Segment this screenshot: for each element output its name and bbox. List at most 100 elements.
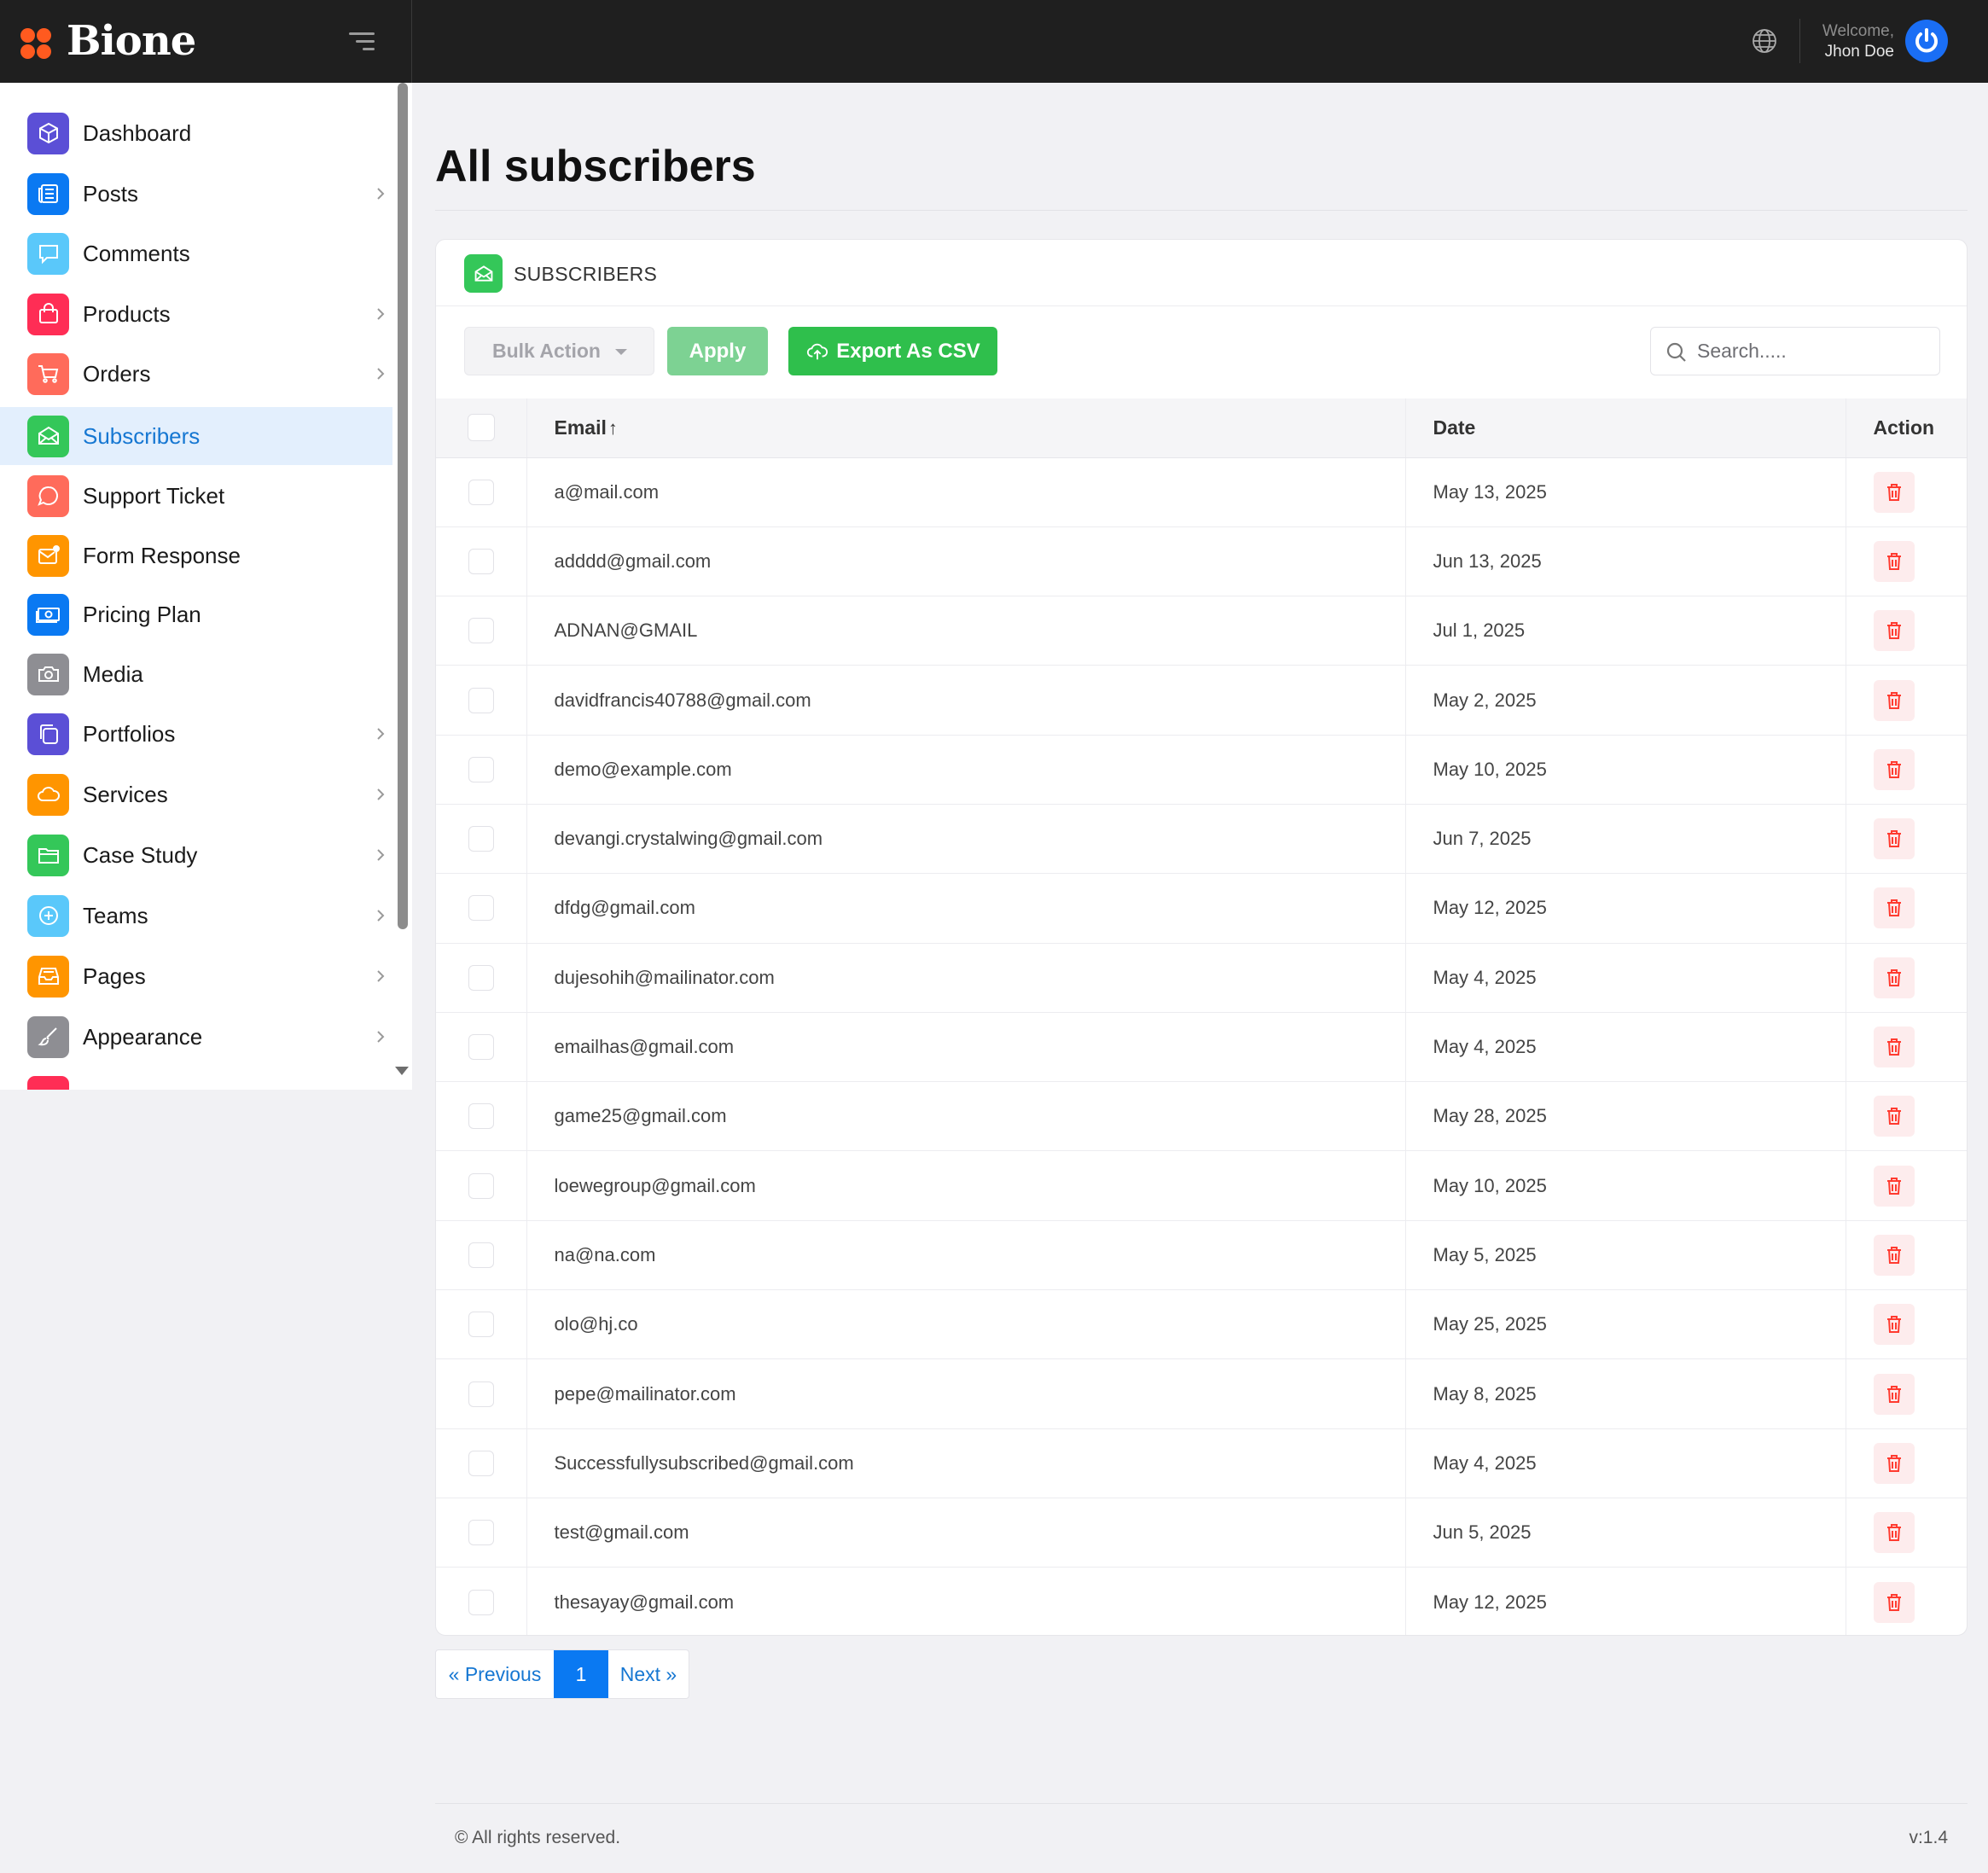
delete-button[interactable]	[1873, 1373, 1915, 1415]
table-row: a@mail.com May 13, 2025	[436, 457, 1967, 527]
copyright-text: © All rights reserved.	[455, 1828, 621, 1847]
sidebar-item-services[interactable]: Services	[0, 765, 392, 823]
trash-icon	[1886, 899, 1903, 917]
delete-button[interactable]	[1873, 1027, 1915, 1068]
delete-button[interactable]	[1873, 818, 1915, 860]
search-box[interactable]	[1650, 327, 1940, 375]
select-all-cell	[436, 398, 527, 458]
apply-button[interactable]: Apply	[667, 327, 768, 375]
delete-button[interactable]	[1873, 1165, 1915, 1207]
trash-icon	[1886, 483, 1903, 502]
scroll-down-icon[interactable]	[395, 1067, 409, 1075]
previous-page-link[interactable]: « Previous	[436, 1650, 554, 1698]
delete-button[interactable]	[1873, 1096, 1915, 1137]
row-checkbox[interactable]	[468, 756, 494, 782]
date-cell: May 5, 2025	[1405, 1220, 1846, 1291]
row-checkbox[interactable]	[468, 826, 494, 852]
delete-button[interactable]	[1873, 610, 1915, 652]
bulk-action-select[interactable]: Bulk Action	[464, 327, 654, 375]
row-checkbox[interactable]	[468, 1034, 494, 1061]
row-checkbox[interactable]	[468, 1312, 494, 1338]
row-checkbox[interactable]	[468, 1520, 494, 1546]
row-select-cell	[436, 873, 527, 944]
inbox-icon	[27, 955, 69, 998]
sidebar-item-case-study[interactable]: Case Study	[0, 826, 392, 884]
globe-icon[interactable]	[1751, 27, 1778, 55]
chevron-right-icon	[377, 1031, 385, 1043]
version-text: v:1.4	[1909, 1828, 1948, 1847]
email-cell: game25@gmail.com	[526, 1081, 1406, 1152]
row-checkbox[interactable]	[468, 1589, 494, 1615]
delete-button[interactable]	[1873, 1304, 1915, 1346]
table-row: game25@gmail.com May 28, 2025	[436, 1081, 1967, 1152]
row-checkbox[interactable]	[468, 1242, 494, 1268]
sidebar-item-pages[interactable]: Pages	[0, 947, 392, 1005]
sidebar-item-support-ticket[interactable]: Support Ticket	[0, 467, 392, 525]
page-number-current[interactable]: 1	[554, 1650, 608, 1698]
table-row: thesayay@gmail.com May 12, 2025	[436, 1567, 1967, 1635]
delete-button[interactable]	[1873, 887, 1915, 929]
sidebar-item-subscribers[interactable]: Subscribers	[0, 407, 392, 465]
delete-button[interactable]	[1873, 679, 1915, 721]
search-input[interactable]	[1697, 340, 1919, 363]
email-cell: olo@hj.co	[526, 1289, 1406, 1360]
export-csv-button[interactable]: Export As CSV	[788, 327, 997, 375]
sidebar-item-teams[interactable]: Teams	[0, 887, 392, 945]
sidebar-item-posts[interactable]: Posts	[0, 165, 392, 223]
brand-name: Bione	[67, 17, 196, 65]
mail-notification-icon	[27, 534, 69, 577]
row-checkbox[interactable]	[468, 479, 494, 505]
sidebar-item-appearance[interactable]: Appearance	[0, 1008, 392, 1066]
row-select-cell	[436, 1289, 527, 1360]
sidebar-scrollbar-thumb[interactable]	[398, 83, 408, 929]
delete-button[interactable]	[1873, 748, 1915, 790]
delete-button[interactable]	[1873, 1234, 1915, 1276]
row-checkbox[interactable]	[468, 1450, 494, 1476]
row-checkbox[interactable]	[468, 895, 494, 922]
next-page-link[interactable]: Next »	[608, 1650, 689, 1698]
delete-button[interactable]	[1873, 471, 1915, 513]
export-csv-label: Export As CSV	[836, 339, 980, 363]
trash-icon	[1886, 1038, 1903, 1056]
sidebar-item-portfolios[interactable]: Portfolios	[0, 705, 392, 763]
sidebar-item-comments[interactable]: Comments	[0, 224, 392, 282]
trash-icon	[1886, 552, 1903, 571]
row-checkbox[interactable]	[468, 1381, 494, 1407]
sidebar-item-label: Support Ticket	[83, 482, 225, 509]
user-greeting[interactable]: Welcome, Jhon Doe	[1809, 21, 1894, 62]
email-column-header[interactable]: Email↑	[526, 398, 1406, 458]
menu-toggle-icon[interactable]	[346, 29, 375, 55]
row-checkbox[interactable]	[468, 964, 494, 991]
trash-icon	[1886, 1107, 1903, 1126]
delete-button[interactable]	[1873, 1581, 1915, 1623]
cart-icon	[27, 352, 69, 395]
trash-icon	[1886, 1177, 1903, 1195]
sidebar-item-pricing-plan[interactable]: Pricing Plan	[0, 585, 392, 643]
email-cell: emailhas@gmail.com	[526, 1012, 1406, 1083]
sidebar-item-products[interactable]: Products	[0, 285, 392, 343]
row-checkbox[interactable]	[468, 1172, 494, 1199]
sidebar-item-media[interactable]: Media	[0, 645, 392, 703]
delete-button[interactable]	[1873, 957, 1915, 998]
row-checkbox[interactable]	[468, 618, 494, 644]
action-cell	[1846, 1289, 1967, 1360]
sidebar-item-dashboard[interactable]: Dashboard	[0, 104, 392, 162]
trash-icon	[1886, 621, 1903, 640]
sidebar-item-form-response[interactable]: Form Response	[0, 526, 392, 585]
power-icon[interactable]	[1905, 20, 1948, 62]
select-all-checkbox[interactable]	[467, 414, 495, 442]
delete-button[interactable]	[1873, 1442, 1915, 1484]
row-checkbox[interactable]	[468, 548, 494, 574]
sidebar-item-orders[interactable]: Orders	[0, 345, 392, 403]
row-checkbox[interactable]	[468, 1103, 494, 1130]
delete-button[interactable]	[1873, 540, 1915, 582]
table-row: test@gmail.com Jun 5, 2025	[436, 1498, 1967, 1568]
sidebar-item-partial[interactable]	[0, 1076, 392, 1090]
action-cell	[1846, 457, 1967, 527]
row-select-cell	[436, 1428, 527, 1498]
delete-button[interactable]	[1873, 1512, 1915, 1554]
date-cell: May 10, 2025	[1405, 1150, 1846, 1221]
sidebar-item-label: Orders	[83, 360, 151, 387]
row-checkbox[interactable]	[468, 687, 494, 713]
row-select-cell	[436, 665, 527, 736]
